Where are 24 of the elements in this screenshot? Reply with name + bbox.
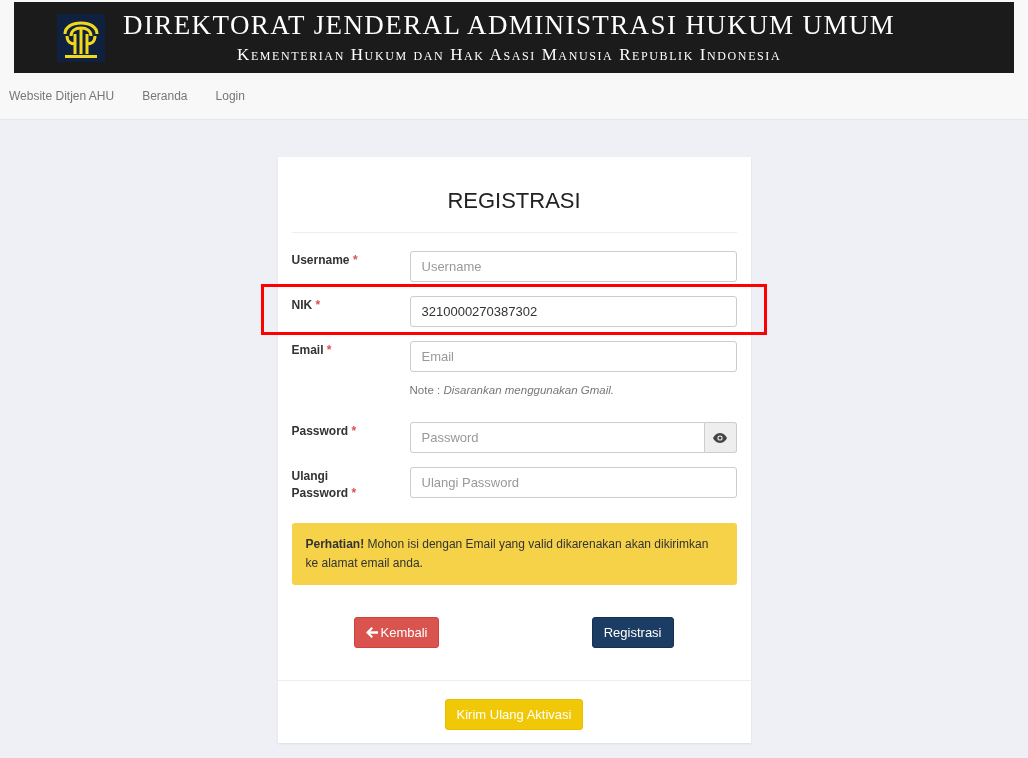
text-field[interactable]: Username [409, 251, 737, 282]
field-label: Password * [291, 423, 357, 440]
password-field[interactable]: Password [409, 422, 706, 453]
form-title: REGISTRASI [291, 157, 737, 233]
warning-alert: Perhatian! Mohon isi dengan Email yang valid dikarenakan akan dikirimkan ke alamat email anda. [291, 523, 737, 585]
arrow-left-icon [365, 627, 378, 638]
field-label: Email * [291, 342, 332, 359]
nav-link[interactable]: Login [206, 89, 254, 103]
field-note: Note : Disarankan menggunakan Gmail. [409, 384, 616, 396]
field-label: NIK * [291, 297, 321, 314]
back-button[interactable]: Kembali [353, 617, 440, 648]
text-field[interactable]: 3210000270387302 [409, 296, 737, 327]
banner-title: DIREKTORAT JENDERAL ADMINISTRASI HUKUM UMUM [123, 10, 896, 41]
eye-icon [713, 432, 728, 443]
field-label: Username * [291, 252, 358, 269]
nav-link[interactable]: Beranda [133, 89, 197, 103]
text-field[interactable]: Email [409, 341, 737, 372]
text-field[interactable]: Ulangi Password [409, 467, 737, 498]
banner-subtitle: Kementerian Hukum dan Hak Asasi Manusia Republik Indonesia [237, 45, 782, 65]
register-button[interactable]: Registrasi [591, 617, 674, 648]
field-label: Ulangi Password * [291, 468, 358, 502]
show-password-button[interactable] [705, 422, 737, 453]
nav-link[interactable]: Website Ditjen AHU [0, 89, 124, 103]
logo-icon [57, 13, 105, 62]
